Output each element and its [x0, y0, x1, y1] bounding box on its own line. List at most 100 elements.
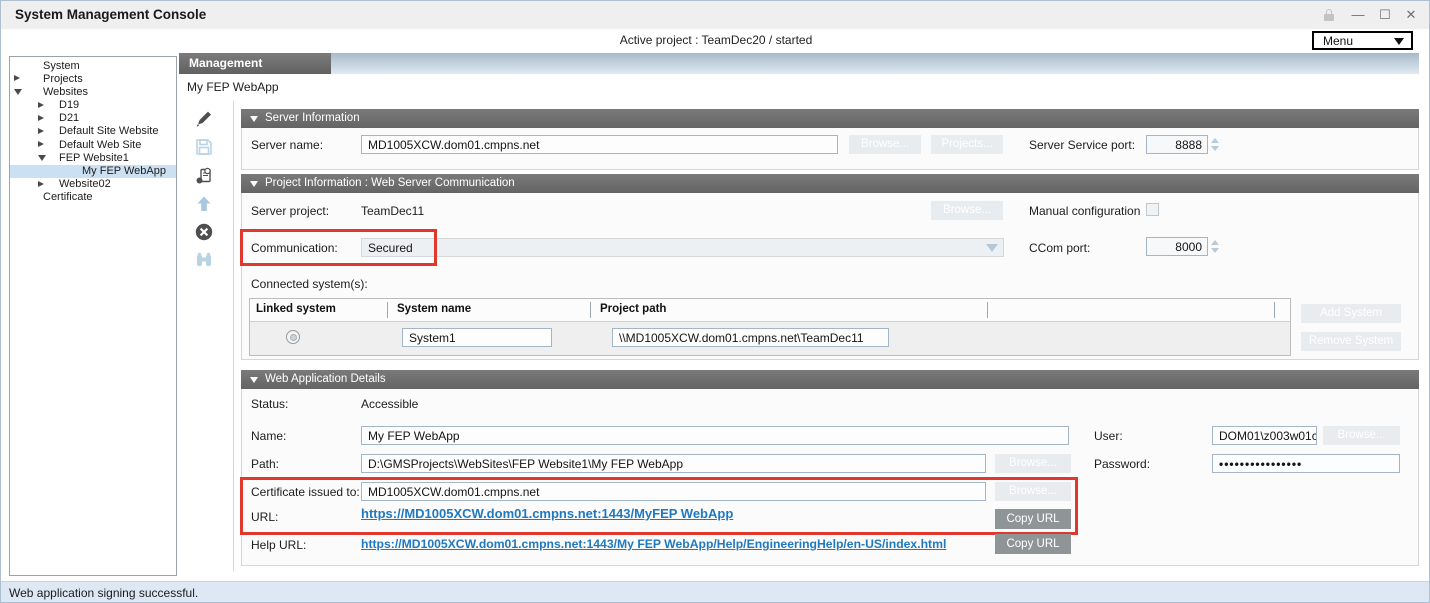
name-label: Name: [251, 429, 286, 443]
column-separator[interactable] [1274, 302, 1275, 318]
topbar: Active project : TeamDec20 / started [1, 29, 1430, 51]
path-input[interactable]: D:\GMSProjects\WebSites\FEP Website1\My … [361, 454, 986, 473]
tree-item-label: System [43, 60, 80, 72]
chevron-right-icon[interactable] [38, 181, 44, 187]
server-project-value: TeamDec11 [361, 204, 424, 218]
statusbar: Web application signing successful. [1, 581, 1430, 603]
server-service-port-label: Server Service port: [1029, 138, 1135, 152]
collapse-triangle-icon[interactable] [250, 377, 258, 383]
server-name-input[interactable]: MD1005XCW.dom01.cmpns.net [361, 135, 838, 154]
system-name-input[interactable]: System1 [402, 328, 552, 347]
communication-label: Communication: [251, 241, 338, 255]
chevron-right-icon[interactable] [38, 102, 44, 108]
lock-icon [1323, 8, 1335, 22]
tree-item-label: My FEP WebApp [82, 165, 166, 177]
spinner-down-icon[interactable] [1211, 146, 1219, 151]
column-separator[interactable] [387, 302, 388, 318]
password-input[interactable]: •••••••••••••••• [1212, 454, 1400, 473]
cancel-icon[interactable] [194, 222, 214, 242]
server-service-port-input[interactable]: 8888 [1146, 135, 1208, 154]
section-title: Project Information : Web Server Communi… [265, 177, 515, 189]
server-service-port-stepper[interactable] [1209, 135, 1220, 154]
user-input[interactable]: DOM01\z003w01c [1212, 426, 1317, 445]
collapse-triangle-icon[interactable] [250, 181, 258, 187]
tree-item-websites[interactable]: Websites [10, 85, 176, 98]
server-name-label: Server name: [251, 138, 323, 152]
table-header-row: Linked system System name Project path [250, 299, 1290, 322]
ccom-port-input[interactable]: 8000 [1146, 237, 1208, 256]
project-browse-button[interactable]: Browse... [931, 201, 1003, 220]
menu-label: Menu [1323, 34, 1353, 48]
save-icon[interactable] [194, 137, 214, 157]
manual-configuration-checkbox[interactable] [1146, 203, 1159, 216]
search-binoculars-icon[interactable] [194, 250, 214, 270]
certificate-input[interactable]: MD1005XCW.dom01.cmpns.net [361, 482, 986, 501]
column-separator[interactable] [987, 302, 988, 318]
linked-system-radio[interactable] [286, 330, 300, 344]
upload-arrow-icon[interactable] [194, 194, 214, 214]
tree-item-certificate[interactable]: Certificate [10, 191, 176, 204]
tree-item-projects[interactable]: Projects [10, 72, 176, 85]
url-label: URL: [251, 510, 278, 524]
server-browse-button[interactable]: Browse... [849, 135, 921, 154]
status-label: Status: [251, 397, 288, 411]
connected-systems-table: Linked system System name Project path S… [249, 298, 1291, 356]
active-project-label: Active project : TeamDec20 / started [1, 33, 1430, 47]
page-title: My FEP WebApp [187, 80, 279, 94]
titlebar: System Management Console — ☐ ✕ [1, 1, 1430, 29]
chevron-right-icon[interactable] [38, 115, 44, 121]
name-input[interactable]: My FEP WebApp [361, 426, 1069, 445]
communication-value: Secured [368, 241, 413, 255]
chevron-down-icon[interactable] [38, 155, 46, 161]
tree-item-label: Projects [43, 73, 83, 85]
certificate-browse-button[interactable]: Browse... [995, 482, 1071, 501]
user-label: User: [1094, 429, 1123, 443]
tree-item-label: Default Web Site [59, 139, 141, 151]
chevron-right-icon[interactable] [14, 75, 20, 81]
ccom-port-stepper[interactable] [1209, 237, 1220, 256]
menu-dropdown[interactable]: Menu [1312, 31, 1413, 50]
tabstrip: Management [179, 53, 1419, 74]
webapp-url-link[interactable]: https://MD1005XCW.dom01.cmpns.net:1443/M… [361, 506, 733, 521]
minimize-icon[interactable]: — [1349, 7, 1367, 23]
section-title: Web Application Details [265, 373, 386, 385]
spinner-up-icon[interactable] [1211, 240, 1219, 245]
copy-url-button[interactable]: Copy URL [995, 509, 1071, 529]
projects-button[interactable]: Projects... [931, 135, 1003, 154]
collapse-triangle-icon[interactable] [250, 116, 258, 122]
ccom-port-label: CCom port: [1029, 241, 1090, 255]
chevron-down-icon [1394, 38, 1404, 45]
tree-item-system[interactable]: System [10, 59, 176, 72]
tree-item-fep-website1[interactable]: FEP Website1 [10, 151, 176, 164]
column-separator[interactable] [590, 302, 591, 318]
spinner-up-icon[interactable] [1211, 138, 1219, 143]
tree-item-default-web-site[interactable]: Default Web Site [10, 138, 176, 151]
spinner-down-icon[interactable] [1211, 248, 1219, 253]
tree-item-label: Website02 [59, 178, 111, 190]
tree-item-website02[interactable]: Website02 [10, 178, 176, 191]
remove-system-button[interactable]: Remove System [1301, 332, 1401, 351]
chevron-right-icon[interactable] [38, 128, 44, 134]
chevron-right-icon[interactable] [38, 141, 44, 147]
tree-item-d21[interactable]: D21 [10, 112, 176, 125]
radio-inner [290, 334, 297, 341]
path-browse-button[interactable]: Browse... [995, 454, 1071, 473]
close-icon[interactable]: ✕ [1402, 7, 1420, 23]
tree-item-my-fep-webapp[interactable]: My FEP WebApp [10, 165, 176, 178]
sign-pen-icon[interactable] [194, 109, 214, 129]
user-browse-button[interactable]: Browse... [1323, 426, 1400, 445]
add-system-button[interactable]: Add System [1301, 304, 1401, 323]
chevron-down-icon[interactable] [14, 89, 22, 95]
section-title: Server Information [265, 112, 360, 124]
tab-management[interactable]: Management [179, 53, 331, 74]
tree-item-d19[interactable]: D19 [10, 99, 176, 112]
communication-dropdown[interactable]: Secured [361, 238, 1004, 257]
maximize-icon[interactable]: ☐ [1376, 7, 1394, 23]
project-path-input[interactable]: \\MD1005XCW.dom01.cmpns.net\TeamDec11 [612, 328, 889, 347]
signature-settings-icon[interactable] [194, 166, 214, 186]
copy-help-url-button[interactable]: Copy URL [995, 534, 1071, 554]
tree-item-label: D21 [59, 112, 79, 124]
help-url-link[interactable]: https://MD1005XCW.dom01.cmpns.net:1443/M… [361, 537, 993, 551]
help-url-label: Help URL: [251, 538, 306, 552]
tree-item-default-site-website[interactable]: Default Site Website [10, 125, 176, 138]
